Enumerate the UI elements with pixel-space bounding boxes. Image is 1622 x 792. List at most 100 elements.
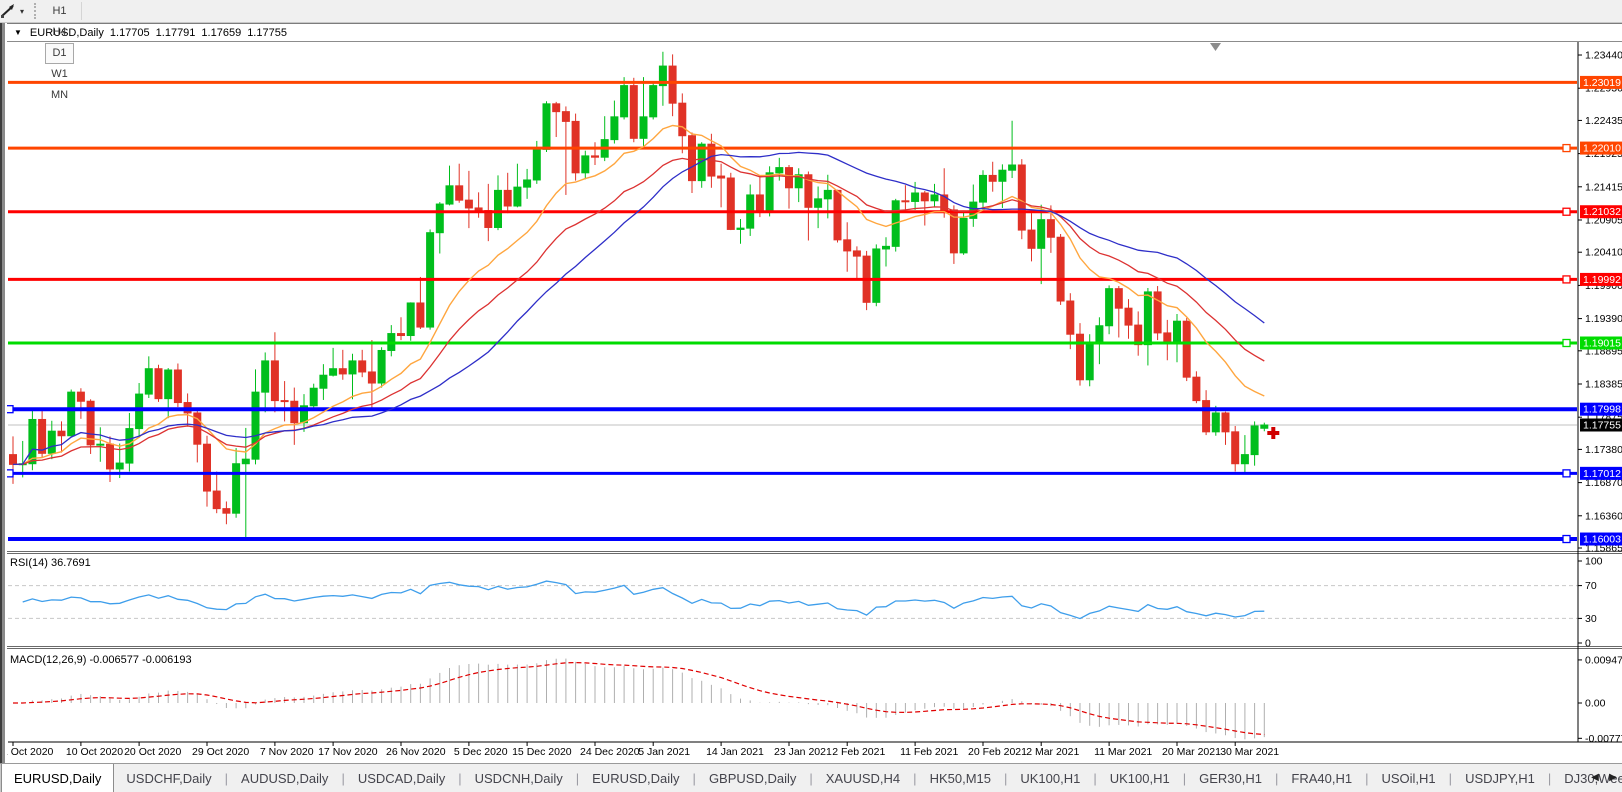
- price-tag: 1.16003: [1580, 533, 1622, 546]
- chart-tab-audusddaily[interactable]: AUDUSD,Daily: [229, 764, 340, 792]
- chart-tab-eurusddaily[interactable]: EURUSD,Daily: [1, 763, 114, 792]
- rsi-indicator-label: RSI(14) 36.7691: [10, 557, 91, 569]
- trendline-tool-icon[interactable]: [0, 2, 18, 20]
- chart-tab-fra40h1[interactable]: FRA40,H1: [1279, 764, 1364, 792]
- macd-axis-label: 0.00: [1585, 698, 1606, 710]
- tab-scroll-right-icon[interactable]: ▶: [1607, 770, 1619, 784]
- date-axis-label: 17 Nov 2020: [318, 746, 378, 758]
- line-drag-handle[interactable]: [1563, 276, 1570, 283]
- price-axis-label: 1.20410: [1585, 247, 1622, 259]
- candle-up: [145, 369, 152, 394]
- candle-down: [213, 491, 220, 509]
- candle-down: [718, 176, 725, 178]
- candle-up: [582, 156, 589, 173]
- chart-tab-xauusdh4[interactable]: XAUUSD,H4: [814, 764, 912, 792]
- date-axis-label: 2 Feb 2021: [832, 746, 885, 758]
- line-drag-handle[interactable]: [6, 406, 13, 413]
- chart-tab-hk50m15[interactable]: HK50,M15: [918, 764, 1003, 792]
- chart-tab-usdcaddaily[interactable]: USDCAD,Daily: [346, 764, 457, 792]
- price-tag: 1.19015: [1580, 337, 1622, 350]
- price-axis-label: 1.19390: [1585, 313, 1622, 325]
- pane-separator[interactable]: [0, 646, 1622, 647]
- pane-separator[interactable]: [0, 551, 1622, 552]
- price-axis-label: 1.22435: [1585, 115, 1622, 127]
- candle-down: [921, 193, 928, 201]
- line-drag-handle[interactable]: [6, 470, 13, 477]
- price-tag-text: 1.17012: [1583, 468, 1621, 480]
- candle-down: [465, 200, 472, 208]
- rsi-axis-label: 0: [1585, 638, 1591, 650]
- candle-down: [359, 361, 366, 372]
- candle-down: [786, 168, 793, 188]
- price-tag: 1.21032: [1580, 205, 1622, 218]
- candle-up: [737, 228, 744, 229]
- price-tag-text: 1.23019: [1583, 77, 1621, 89]
- price-tag: 1.23019: [1580, 76, 1622, 89]
- candle-up: [378, 350, 385, 383]
- candle-up: [1038, 220, 1045, 249]
- price-low: 1.17659: [201, 27, 241, 39]
- rsi-line: [23, 581, 1265, 619]
- candle-up: [116, 463, 123, 469]
- timeframe-buttons: M1M5M15M30H1H4D1W1MN: [44, 0, 75, 106]
- line-drag-handle[interactable]: [1563, 208, 1570, 215]
- candle-down: [1067, 301, 1074, 334]
- timeframe-button-d1[interactable]: D1: [45, 43, 74, 64]
- candle-down: [291, 401, 298, 422]
- candle-up: [1212, 413, 1219, 432]
- chart-canvas[interactable]: 1.234401.229301.224351.219251.214151.209…: [0, 0, 1622, 792]
- candle-up: [883, 246, 890, 249]
- timeframe-button-h1[interactable]: H1: [45, 1, 74, 22]
- candle-down: [902, 201, 909, 202]
- candle-up: [1096, 326, 1103, 344]
- date-axis-label: 30 Mar 2021: [1220, 746, 1279, 758]
- tab-scroll-left-icon[interactable]: ◀: [1589, 770, 1601, 784]
- price-tag: 1.22010: [1580, 142, 1622, 155]
- price-tag: 1.17998: [1580, 403, 1622, 416]
- price-tag-text: 1.19992: [1583, 274, 1621, 286]
- candle-up: [960, 218, 967, 252]
- candle-up: [980, 175, 987, 202]
- candle-down: [562, 112, 569, 122]
- rsi-axis-label: 70: [1585, 580, 1597, 592]
- date-axis-label: 7 Nov 2020: [260, 746, 314, 758]
- rsi-axis-label: 30: [1585, 613, 1597, 625]
- candle-down: [1222, 413, 1229, 432]
- symbol-tab-bar: EURUSD,DailyUSDCHF,Daily|AUDUSD,Daily|US…: [0, 763, 1622, 792]
- line-drag-handle[interactable]: [1563, 145, 1570, 152]
- chart-menu-triangle-icon[interactable]: ▼: [14, 28, 22, 37]
- macd-signal-line: [13, 663, 1264, 735]
- chart-tab-usoilh1[interactable]: USOil,H1: [1369, 764, 1447, 792]
- current-price-tag-text: 1.17755: [1583, 420, 1621, 432]
- candle-up: [1261, 425, 1268, 428]
- candle-down: [1193, 377, 1200, 400]
- date-axis-label: 14 Jan 2021: [706, 746, 764, 758]
- chart-tab-uk100h1[interactable]: UK100,H1: [1008, 764, 1092, 792]
- tool-dropdown-caret-icon[interactable]: ▾: [20, 7, 24, 16]
- candle-down: [204, 444, 211, 491]
- candle-up: [48, 431, 55, 453]
- line-drag-handle[interactable]: [1563, 340, 1570, 347]
- pane-separator: [0, 552, 1622, 553]
- candle-up: [1144, 292, 1151, 345]
- chart-tab-usdchfdaily[interactable]: USDCHF,Daily: [114, 764, 223, 792]
- chart-tab-uk100h1[interactable]: UK100,H1: [1098, 764, 1182, 792]
- pane-separator: [0, 553, 1622, 554]
- toolbar-grip: [34, 3, 36, 19]
- chart-tab-gbpusddaily[interactable]: GBPUSD,Daily: [697, 764, 808, 792]
- chart-tab-usdcnhdaily[interactable]: USDCNH,Daily: [463, 764, 575, 792]
- line-drag-handle[interactable]: [1563, 536, 1570, 543]
- chart-tab-ger30h1[interactable]: GER30,H1: [1187, 764, 1274, 792]
- window-top-border: [0, 23, 1622, 24]
- timeframe-button-mn[interactable]: MN: [45, 85, 74, 106]
- chart-tab-eurusddaily[interactable]: EURUSD,Daily: [580, 764, 691, 792]
- chart-tab-usdjpyh1[interactable]: USDJPY,H1: [1453, 764, 1547, 792]
- timeframe-button-h4[interactable]: H4: [45, 22, 74, 43]
- timeframe-button-w1[interactable]: W1: [45, 64, 74, 85]
- candle-down: [844, 240, 851, 251]
- candle-up: [407, 303, 414, 336]
- candle-down: [1115, 289, 1122, 309]
- line-drag-handle[interactable]: [1563, 470, 1570, 477]
- candle-down: [475, 208, 482, 211]
- candle-up: [766, 173, 773, 211]
